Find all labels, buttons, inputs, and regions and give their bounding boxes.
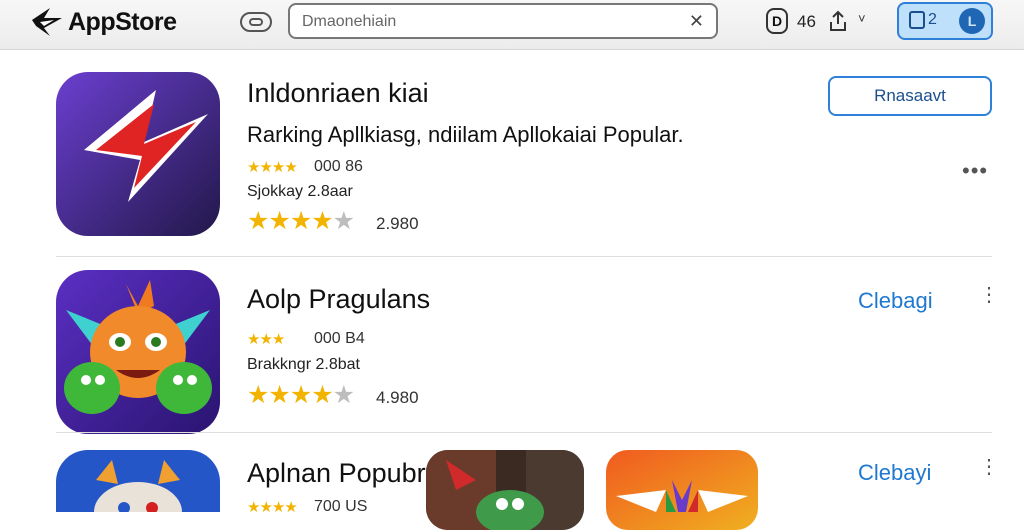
open-link[interactable]: Clebayi bbox=[858, 460, 931, 486]
app-subtitle: Rarking Apllkiasg, ndiilam Apllokaiai Po… bbox=[247, 122, 684, 147]
screenshot-thumbnail[interactable] bbox=[426, 450, 584, 530]
app-meta: Brakkngr 2.8bat bbox=[247, 356, 360, 373]
rating-stars: ★★★★★ bbox=[247, 380, 355, 410]
device-icon bbox=[909, 11, 925, 29]
app-title[interactable]: Aolp Pragulans bbox=[247, 284, 430, 315]
more-options-icon[interactable]: ⋮ bbox=[979, 285, 999, 305]
clear-icon[interactable]: ✕ bbox=[689, 11, 704, 32]
divider bbox=[56, 432, 992, 433]
app-store-logo-icon bbox=[32, 8, 62, 36]
screenshot-thumbnail[interactable] bbox=[606, 450, 758, 530]
device-count: 2 bbox=[928, 11, 937, 28]
account-icon[interactable]: D bbox=[766, 8, 788, 34]
review-count: 000 86 bbox=[314, 158, 363, 175]
stars-empty: ★ bbox=[332, 207, 355, 235]
avatar[interactable]: L bbox=[959, 8, 985, 34]
more-options-icon[interactable]: ••• bbox=[962, 158, 988, 184]
app-title[interactable]: Inldonriaen kiai bbox=[247, 78, 429, 109]
open-link[interactable]: Clebagi bbox=[858, 288, 933, 314]
share-icon[interactable] bbox=[826, 9, 850, 33]
search-input[interactable] bbox=[302, 11, 662, 33]
device-switcher[interactable]: 2 L bbox=[897, 2, 993, 40]
search-box[interactable]: ✕ bbox=[288, 3, 718, 39]
review-count: 000 B4 bbox=[314, 330, 365, 347]
top-bar: AppStore ✕ D 46 ˅ 2 L bbox=[0, 0, 1024, 50]
app-store-logo[interactable]: AppStore bbox=[30, 6, 177, 38]
small-rating-stars: ★★★★ bbox=[247, 499, 298, 516]
app-title[interactable]: Aplnan Popubr bbox=[247, 458, 426, 489]
get-button[interactable]: Rnasaavt bbox=[828, 76, 992, 116]
stars-filled: ★★★★ bbox=[247, 381, 334, 409]
more-options-icon[interactable]: ⋮ bbox=[979, 457, 999, 477]
stars-empty: ★ bbox=[332, 381, 355, 409]
review-count: 700 US bbox=[314, 498, 368, 515]
device-label: 2 bbox=[909, 11, 937, 29]
app-meta: Sjokkay 2.8aar bbox=[247, 183, 353, 200]
rating-value: 4.980 bbox=[376, 388, 419, 407]
chevron-down-icon[interactable]: ˅ bbox=[858, 11, 866, 26]
logo-text: AppStore bbox=[68, 7, 177, 36]
tab-toggle-icon[interactable] bbox=[240, 12, 272, 32]
rating-stars: ★★★★★ bbox=[247, 206, 355, 236]
small-rating-stars: ★★★★ bbox=[247, 159, 298, 176]
divider bbox=[56, 256, 992, 257]
small-rating-stars: ★★★ bbox=[247, 331, 285, 348]
red-arrow-icon[interactable] bbox=[56, 72, 220, 236]
notification-count[interactable]: 46 bbox=[797, 12, 816, 32]
monster-character-icon[interactable] bbox=[56, 270, 220, 434]
blue-creature-icon[interactable] bbox=[56, 450, 220, 512]
stars-filled: ★★★★ bbox=[247, 207, 334, 235]
rating-value: 2.980 bbox=[376, 214, 419, 233]
